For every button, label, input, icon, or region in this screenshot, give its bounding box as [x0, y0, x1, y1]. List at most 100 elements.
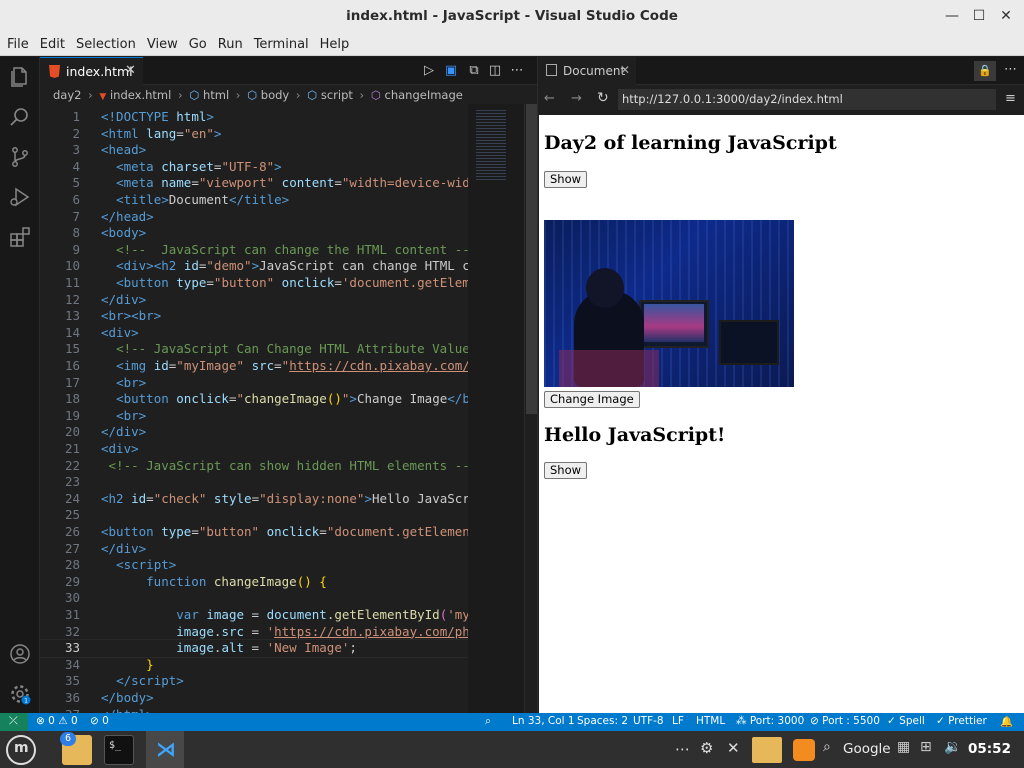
editor-scrollbar[interactable]	[524, 104, 537, 713]
breadcrumb-file[interactable]: index.html	[110, 85, 171, 105]
run-icon[interactable]: ▷	[421, 63, 437, 79]
tab-index-html[interactable]: index.html ✕	[40, 57, 143, 85]
close-tab-icon[interactable]: ✕	[125, 63, 136, 78]
clock[interactable]: 05:52	[968, 741, 1011, 757]
source-control-icon[interactable]	[8, 145, 32, 169]
code-line[interactable]: 33 image.alt = 'New Image';	[40, 639, 468, 658]
explorer-icon[interactable]	[8, 65, 32, 89]
more-icon[interactable]: ⋯	[675, 740, 690, 758]
code-line[interactable]: 22 <!-- JavaScript can show hidden HTML …	[40, 458, 468, 475]
menu-selection[interactable]: Selection	[72, 34, 140, 56]
code-line[interactable]: 28 <script>	[40, 557, 468, 574]
menu-help[interactable]: Help	[316, 34, 354, 56]
menu-view[interactable]: View	[143, 34, 182, 56]
code-line[interactable]: 30	[40, 590, 468, 607]
code-line[interactable]: 5 <meta name="viewport" content="width=d…	[40, 175, 468, 192]
code-line[interactable]: 13 <br><br>	[40, 308, 468, 325]
code-line[interactable]: 26 <button type="button" onclick="documen…	[40, 524, 468, 541]
search-icon[interactable]: ⌕	[823, 739, 831, 755]
menu-run[interactable]: Run	[214, 34, 247, 56]
code-line[interactable]: 6 <title>Document</title>	[40, 192, 468, 209]
url-input[interactable]: http://127.0.0.1:3000/day2/index.html	[618, 89, 996, 110]
extensions-icon[interactable]	[8, 225, 32, 249]
code-line[interactable]: 31 var image = document.getElementById('…	[40, 607, 468, 624]
code-line[interactable]: 36 </body>	[40, 690, 468, 707]
code-line[interactable]: 12 </div>	[40, 292, 468, 309]
mint-menu-icon[interactable]: m	[6, 735, 36, 765]
close-tab-icon[interactable]: ✕	[620, 63, 630, 77]
code-line[interactable]: 10 <div><h2 id="demo">JavaScript can cha…	[40, 258, 468, 275]
open-changes-icon[interactable]: ⧉	[466, 63, 482, 79]
live-server-port[interactable]: ⁂ Port: 3000	[736, 715, 804, 727]
minimize-button[interactable]: —	[942, 6, 962, 26]
live-server-port-2[interactable]: ⊘ Port : 5500	[810, 715, 880, 727]
show-button-2[interactable]: Show	[544, 462, 588, 479]
spell-check[interactable]: ✓ Spell	[887, 715, 925, 727]
code-line[interactable]: 16 <img id="myImage" src="https://cdn.pi…	[40, 358, 468, 375]
folder-icon[interactable]	[752, 737, 782, 763]
search-icon[interactable]	[8, 105, 32, 129]
code-line[interactable]: 11 <button type="button" onclick='docume…	[40, 275, 468, 292]
code-line[interactable]: 25	[40, 507, 468, 524]
xampp-icon[interactable]	[793, 739, 815, 761]
forward-arrow-icon[interactable]: →	[571, 91, 582, 106]
code-line[interactable]: 35 </script>	[40, 673, 468, 690]
close-icon[interactable]: ✕	[727, 739, 740, 757]
code-line[interactable]: 23	[40, 474, 468, 491]
code-line[interactable]: 34 }	[40, 657, 468, 674]
code-line[interactable]: 1 <!DOCTYPE html>	[40, 109, 468, 126]
problems-indicator[interactable]: ⊗ 0 ⚠ 0	[36, 715, 78, 727]
back-arrow-icon[interactable]: ←	[544, 91, 555, 106]
code-line[interactable]: 27 </div>	[40, 541, 468, 558]
menu-terminal[interactable]: Terminal	[250, 34, 313, 56]
account-icon[interactable]	[8, 642, 32, 666]
breadcrumb-html[interactable]: html	[203, 85, 229, 105]
code-line[interactable]: 14 <div>	[40, 325, 468, 342]
cursor-position[interactable]: Ln 33, Col 1	[512, 715, 575, 727]
zoom-search-icon[interactable]: ⌕	[485, 715, 491, 728]
menu-file[interactable]: File	[3, 34, 33, 56]
code-line[interactable]: 18 <button onclick="changeImage()">Chang…	[40, 391, 468, 408]
remote-indicator[interactable]: ⤫	[0, 713, 28, 731]
indentation[interactable]: Spaces: 2	[577, 715, 628, 727]
minimap[interactable]	[468, 104, 524, 713]
search-label[interactable]: Google	[843, 741, 891, 757]
prettier[interactable]: ✓ Prettier	[936, 715, 987, 727]
code-line[interactable]: 2 <html lang="en">	[40, 126, 468, 143]
encoding[interactable]: UTF-8	[633, 715, 664, 727]
run-debug-icon[interactable]	[8, 185, 32, 209]
language-mode[interactable]: HTML	[696, 715, 725, 727]
code-line[interactable]: 20 </div>	[40, 424, 468, 441]
settings-gear-icon[interactable]: ⚙	[700, 739, 713, 757]
code-line[interactable]: 17 <br>	[40, 375, 468, 392]
code-line[interactable]: 29 function changeImage() {	[40, 574, 468, 591]
notifications-bell-icon[interactable]: 🔔	[1000, 715, 1013, 728]
terminal-icon[interactable]: $_	[104, 735, 134, 765]
tab-document[interactable]: Document ✕	[538, 57, 636, 85]
grid-icon[interactable]: ▦	[897, 739, 910, 755]
ports-indicator[interactable]: ⊘ 0	[90, 715, 109, 727]
breadcrumb-folder[interactable]: day2	[53, 85, 81, 105]
more-actions-icon[interactable]: ⋯	[1004, 62, 1017, 77]
vscode-taskbar-icon[interactable]: ⋊	[146, 731, 184, 768]
show-button[interactable]: Show	[544, 171, 588, 188]
breadcrumb-function[interactable]: changeImage	[385, 85, 463, 105]
maximize-button[interactable]: ☐	[969, 6, 989, 26]
menu-edit[interactable]: Edit	[36, 34, 69, 56]
code-line[interactable]: 32 image.src = 'https://cdn.pixabay.com/…	[40, 624, 468, 641]
more-actions-icon[interactable]: ⋯	[509, 63, 525, 79]
code-line[interactable]: 15 <!-- JavaScript Can Change HTML Attri…	[40, 341, 468, 358]
change-image-button[interactable]: Change Image	[544, 391, 640, 408]
code-editor[interactable]: 1 <!DOCTYPE html> 2 <html lang="en"> 3 <head>…	[40, 104, 468, 713]
code-line[interactable]: 9 <!-- JavaScript can change the HTML co…	[40, 242, 468, 259]
live-preview-icon[interactable]: ▣	[443, 63, 459, 79]
code-line[interactable]: 8 <body>	[40, 225, 468, 242]
volume-icon[interactable]: 🔉	[944, 739, 961, 755]
lock-icon[interactable]: 🔒	[974, 61, 996, 81]
split-editor-icon[interactable]: ◫	[487, 63, 503, 79]
code-line[interactable]: 24 <h2 id="check" style="display:none">He…	[40, 491, 468, 508]
code-line[interactable]: 19 <br>	[40, 408, 468, 425]
end-of-line[interactable]: LF	[672, 715, 684, 727]
breadcrumb-script[interactable]: script	[321, 85, 353, 105]
breadcrumb-body[interactable]: body	[261, 85, 289, 105]
